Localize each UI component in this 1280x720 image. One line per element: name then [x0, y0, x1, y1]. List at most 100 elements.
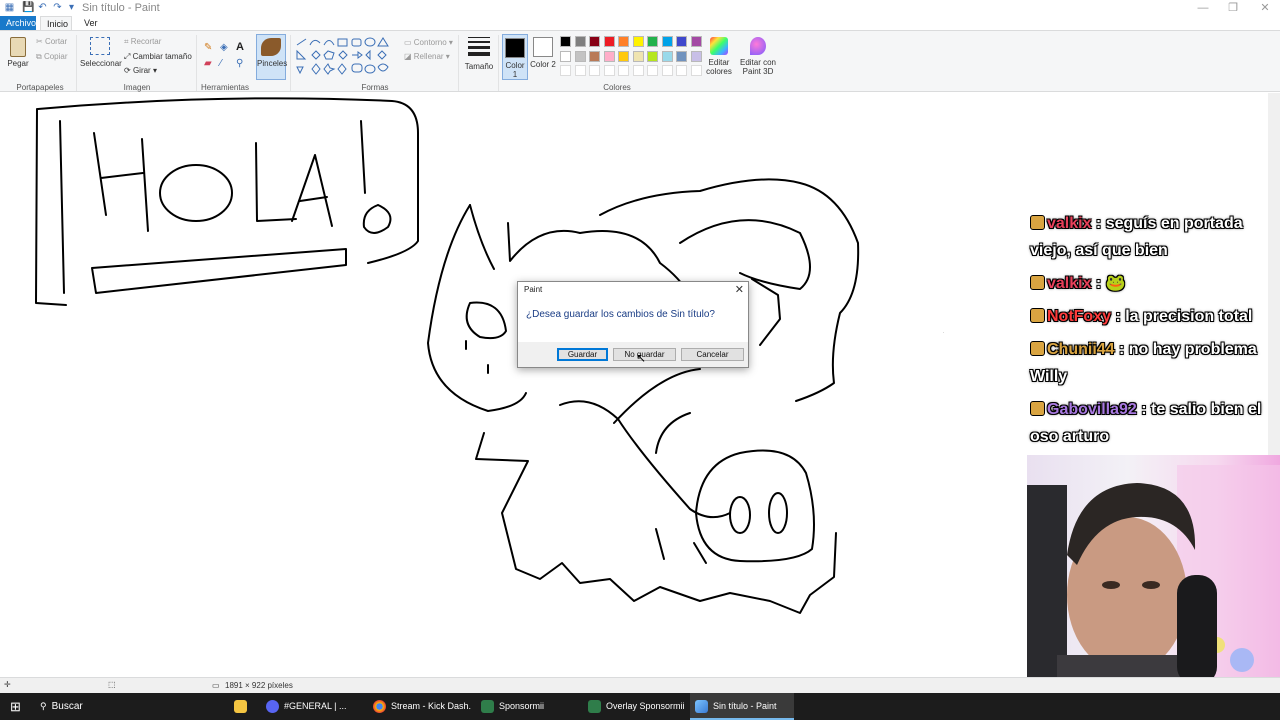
- palette-swatch-empty[interactable]: [574, 65, 586, 76]
- color1-button[interactable]: Color 1: [502, 34, 528, 80]
- group-label-portapapeles: Portapapeles: [16, 83, 64, 92]
- bear-nose: [695, 449, 815, 563]
- group-divider: [290, 35, 291, 91]
- undo-icon[interactable]: ↶: [37, 2, 48, 13]
- edit-paint3d-button[interactable]: Editar con Paint 3D: [738, 37, 778, 76]
- palette-swatch-empty[interactable]: [661, 65, 673, 76]
- title-bar: ▦ 💾 ↶ ↷ ▾ Sin título - Paint — ❐ ✕: [0, 0, 1280, 16]
- tab-archivo[interactable]: Archivo: [0, 16, 36, 30]
- redo-icon[interactable]: ↷: [52, 2, 63, 13]
- group-label-colores: Colores: [603, 83, 631, 92]
- cut-button[interactable]: ✂ Cortar: [36, 37, 67, 47]
- outline-dropdown[interactable]: ▭ Contorno ▾: [404, 38, 453, 48]
- palette-swatch[interactable]: [589, 36, 600, 47]
- palette-swatch[interactable]: [676, 36, 687, 47]
- size-button[interactable]: Tamaño: [462, 37, 496, 71]
- select-button[interactable]: Seleccionar: [80, 37, 122, 68]
- taskbar-item-paint[interactable]: Sin título - Paint: [690, 693, 794, 720]
- palette-swatch[interactable]: [690, 36, 702, 47]
- start-icon[interactable]: ⊞: [10, 693, 21, 720]
- color-picker-icon[interactable]: ⁄: [220, 58, 222, 69]
- palette-swatch-empty[interactable]: [690, 65, 702, 76]
- palette-swatch[interactable]: [560, 36, 571, 47]
- palette-swatch-empty[interactable]: [647, 65, 658, 76]
- palette-swatch[interactable]: [560, 50, 571, 62]
- palette-swatch[interactable]: [661, 36, 673, 47]
- bear-brow: [679, 219, 811, 290]
- customize-quick-access-icon[interactable]: ▾: [66, 2, 77, 13]
- chat-username: valkix: [1047, 275, 1092, 292]
- edit-colors-button[interactable]: Editar colores: [704, 37, 734, 76]
- palette-swatch-empty[interactable]: [618, 65, 629, 76]
- taskbar-search[interactable]: ⚲ Buscar: [40, 693, 220, 720]
- palette-swatch[interactable]: [603, 50, 615, 62]
- palette-swatch-empty[interactable]: [603, 65, 615, 76]
- canvas-size-text: 1891 × 922 píxeles: [225, 681, 293, 690]
- canvas-dot: .: [943, 329, 944, 334]
- palette-swatch[interactable]: [574, 36, 586, 47]
- bear-body: [475, 432, 837, 614]
- bear-snout-line: [559, 400, 731, 519]
- chat-badge-icon: [1030, 341, 1045, 356]
- edit-colors-label: Editar colores: [706, 58, 732, 76]
- group-divider: [196, 35, 197, 91]
- taskbar-item-sponsormii[interactable]: Sponsormii: [481, 693, 579, 720]
- minimize-button[interactable]: —: [1188, 0, 1218, 16]
- save-icon[interactable]: 💾: [22, 2, 34, 13]
- taskbar-item-chrome[interactable]: Stream - Kick Dash...: [373, 693, 471, 720]
- palette-swatch[interactable]: [618, 36, 629, 47]
- rotate-button[interactable]: ⟳ Girar ▾: [124, 66, 157, 76]
- palette-swatch[interactable]: [632, 36, 644, 47]
- save-changes-dialog: Paint ✕ ¿Desea guardar los cambios de Si…: [517, 281, 749, 368]
- fill-icon[interactable]: ◈: [220, 42, 228, 53]
- edit-paint3d-label: Editar con Paint 3D: [739, 58, 777, 76]
- palette-swatch[interactable]: [647, 36, 658, 47]
- group-label-formas: Formas: [361, 83, 389, 92]
- canvas-size-icon: ▭: [212, 681, 220, 690]
- file-explorer-icon[interactable]: [234, 693, 252, 720]
- bear-eye-left: [465, 301, 507, 340]
- text-tool-icon[interactable]: A: [236, 41, 244, 53]
- palette-swatch-empty[interactable]: [560, 65, 571, 76]
- taskbar-item-discord[interactable]: #GENERAL | ...: [266, 693, 364, 720]
- cancel-button[interactable]: Cancelar: [681, 348, 744, 361]
- palette-swatch[interactable]: [618, 50, 629, 62]
- taskbar-item-label: Stream - Kick Dash...: [391, 701, 471, 711]
- palette-swatch-empty[interactable]: [676, 65, 687, 76]
- save-button[interactable]: Guardar: [557, 348, 608, 361]
- tab-ver[interactable]: Ver: [78, 16, 106, 30]
- dialog-close-icon[interactable]: ✕: [735, 283, 744, 296]
- fill-dropdown[interactable]: ◪ Rellenar ▾: [404, 52, 450, 62]
- paste-button[interactable]: Pegar: [6, 37, 30, 68]
- palette-swatch[interactable]: [690, 50, 702, 62]
- eraser-icon[interactable]: ▰: [204, 58, 212, 69]
- group-divider: [76, 35, 77, 91]
- palette-swatch-empty[interactable]: [632, 65, 644, 76]
- palette-swatch[interactable]: [574, 50, 586, 62]
- palette-swatch[interactable]: [647, 50, 658, 62]
- exclamation: [360, 120, 392, 234]
- window-title: Sin título - Paint: [82, 2, 160, 14]
- outline-label: Contorno: [413, 38, 447, 47]
- crop-button[interactable]: ⌗ Recortar: [124, 37, 161, 47]
- resize-button[interactable]: ⤢ Cambiar tamaño: [124, 52, 192, 62]
- magnifier-icon[interactable]: ⚲: [236, 58, 243, 69]
- shapes-gallery[interactable]: [294, 37, 394, 77]
- palette-swatch[interactable]: [589, 50, 600, 62]
- color-wheel-icon: [710, 37, 728, 55]
- brushes-button[interactable]: Pinceles: [256, 34, 288, 80]
- brushes-label: Pinceles: [257, 59, 288, 68]
- pencil-icon[interactable]: ✎: [204, 42, 212, 53]
- close-button[interactable]: ✕: [1250, 0, 1280, 16]
- palette-swatch[interactable]: [632, 50, 644, 62]
- tab-inicio[interactable]: Inicio: [40, 16, 72, 30]
- palette-swatch-empty[interactable]: [589, 65, 600, 76]
- color2-button[interactable]: Color 2: [530, 34, 556, 80]
- copy-button[interactable]: ⧉ Copiar: [36, 52, 68, 62]
- palette-swatch[interactable]: [676, 50, 687, 62]
- taskbar-item-overlay[interactable]: Overlay Sponsormii: [588, 693, 686, 720]
- palette-swatch[interactable]: [603, 36, 615, 47]
- maximize-button[interactable]: ❐: [1218, 0, 1248, 16]
- palette-swatch[interactable]: [661, 50, 673, 62]
- group-divider: [458, 35, 459, 91]
